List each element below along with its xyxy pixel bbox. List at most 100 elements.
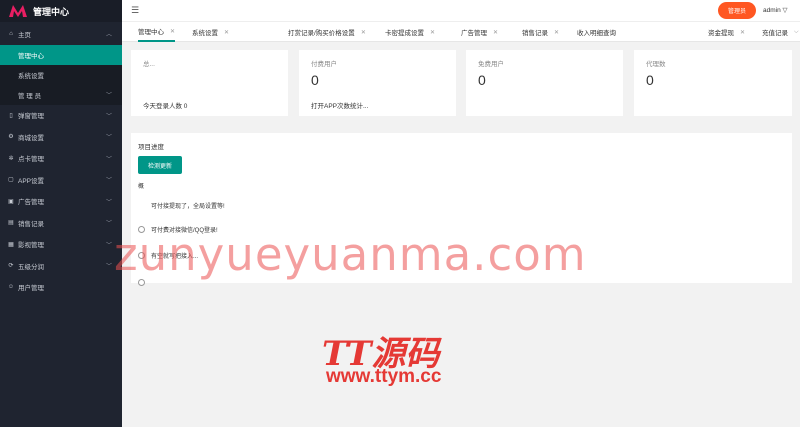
chevron-up-icon: ︿ (105, 32, 112, 39)
watermark-url: www.ttym.cc (326, 366, 442, 387)
tab-withdraw[interactable]: 资金提现 ✕ (708, 22, 745, 42)
chevron-down-icon: ﹀ (105, 242, 112, 249)
document-icon: ▤ (8, 220, 14, 227)
stat-card-agents: 代理数 0 (634, 50, 792, 116)
sidebar-item-label: 点卡管理 (18, 156, 44, 164)
sidebar: 管理中心 ⌂ 主页 ︿ 管理中心 系统设置 管 理 员 ﹀ ▯ 弹窗管理 ﹀ ⚙… (0, 0, 122, 427)
tab-bar: 管理中心 ✕ 系统设置 ✕ 打赏记录/购买价格设置 ✕ 卡密提成设置 ✕ 广告管… (122, 22, 800, 42)
film-icon: ▦ (8, 241, 14, 248)
chevron-down-icon[interactable]: ⌵ (794, 29, 799, 36)
close-icon[interactable]: ✕ (361, 29, 366, 36)
tab-label: 广告管理 (461, 30, 487, 37)
tab-reward-pricing[interactable]: 打赏记录/购买价格设置 ✕ (288, 22, 366, 42)
close-icon[interactable]: ✕ (224, 29, 229, 36)
chevron-down-icon: ﹀ (105, 199, 112, 206)
card-label: 代理数 (646, 61, 666, 68)
sidebar-item-video[interactable]: ▦ 影视管理 ﹀ (0, 234, 122, 256)
tab-label: 系统设置 (192, 30, 218, 37)
sidebar-subitem-admin-center[interactable]: 管理中心 (0, 44, 122, 65)
sidebar-item-label: 销售记录 (18, 220, 44, 228)
chevron-down-icon: ﹀ (105, 135, 112, 142)
tab-sales[interactable]: 销售记录 ✕ (522, 22, 559, 42)
close-icon[interactable]: ✕ (554, 29, 559, 36)
close-icon[interactable]: ✕ (430, 29, 435, 36)
chevron-down-icon: ﹀ (105, 221, 112, 228)
gear-icon: ⚙ (8, 134, 14, 141)
card-label: 总... (143, 61, 155, 68)
hamburger-icon[interactable]: ☰ (131, 5, 139, 16)
tab-admin-center[interactable]: 管理中心 ✕ (138, 22, 176, 42)
sidebar-item-shop[interactable]: ⚙ 商城设置 ﹀ (0, 126, 122, 148)
sidebar-item-label: 商城设置 (18, 134, 44, 142)
ad-icon: ▣ (8, 198, 14, 205)
sidebar-item-label: 用户管理 (18, 285, 44, 293)
card-value: 0 (311, 72, 319, 88)
card-label: 付费用户 (311, 61, 337, 68)
sidebar-item-label: 广告管理 (18, 199, 44, 207)
tab-label: 销售记录 (522, 30, 548, 37)
chevron-down-icon: ﹀ (105, 264, 112, 271)
app-icon: ▢ (8, 177, 14, 184)
tab-label: 充值记录 (762, 30, 788, 37)
card-value: 0 (478, 72, 486, 88)
phone-icon: ▯ (9, 112, 13, 119)
user-menu[interactable]: admin ▽ (763, 6, 788, 14)
sidebar-item-users[interactable]: ☺ 用户管理 (0, 277, 122, 299)
card-footer: 今天登录人数 0 (143, 103, 188, 110)
sidebar-subitem-admins[interactable]: 管 理 员 ﹀ (0, 84, 122, 105)
chevron-down-icon: ﹀ (105, 178, 112, 185)
sidebar-item-popup[interactable]: ▯ 弹窗管理 ﹀ (0, 105, 122, 127)
sidebar-item-label: 弹窗管理 (18, 113, 44, 121)
user-icon: ☺ (7, 284, 15, 291)
stat-card-total: 总... 今天登录人数 0 (131, 50, 288, 116)
tab-label: 收入明细查询 (577, 30, 616, 37)
chevron-down-icon: ﹀ (105, 93, 112, 99)
card-label: 免费用户 (478, 61, 504, 68)
tab-system-settings[interactable]: 系统设置 ✕ (192, 22, 229, 42)
sidebar-item-home[interactable]: ⌂ 主页 ︿ (0, 23, 122, 45)
sidebar-item-label: 主页 (18, 31, 31, 39)
panel-title: 项目进度 (138, 144, 164, 151)
sidebar-item-label: 管理中心 (18, 52, 44, 60)
tab-label: 卡密提成设置 (385, 30, 424, 37)
sidebar-item-cards[interactable]: ✲ 点卡管理 ﹀ (0, 148, 122, 170)
todo-item: 可付接提现了，全局设置等! (151, 201, 225, 210)
sidebar-item-label: APP设置 (18, 177, 45, 185)
tab-label: 管理中心 (138, 29, 164, 36)
tab-card-commission[interactable]: 卡密提成设置 ✕ (385, 22, 435, 42)
stat-card-free-users: 免费用户 0 (466, 50, 623, 116)
todo-text: 可付接提现了，全局设置等! (151, 204, 225, 210)
chevron-down-icon: ﹀ (105, 156, 112, 163)
check-update-button[interactable]: 检测更新 (138, 156, 182, 174)
card-value: 0 (646, 72, 654, 88)
sidebar-item-label: 系统设置 (18, 72, 44, 80)
brand-logo-icon (9, 5, 27, 17)
tab-ads[interactable]: 广告管理 ✕ (461, 22, 498, 42)
card-footer: 打开APP次数统计... (311, 103, 369, 110)
tab-income[interactable]: 收入明细查询 (577, 22, 622, 42)
tab-label: 打赏记录/购买价格设置 (288, 30, 355, 37)
brand-title: 管理中心 (33, 6, 70, 17)
close-icon[interactable]: ✕ (170, 28, 175, 35)
tab-recharge[interactable]: 充值记录 ⌵ (762, 22, 799, 42)
watermark-text: zunyueyuanma.com (114, 228, 587, 281)
sidebar-item-commission[interactable]: ⟳ 五级分润 ﹀ (0, 255, 122, 277)
top-header: ☰ 管理员 admin ▽ (122, 0, 800, 22)
sidebar-item-label: 五级分润 (18, 263, 44, 271)
share-icon: ⟳ (8, 263, 14, 270)
chevron-down-icon: ﹀ (105, 113, 112, 120)
sidebar-item-label: 管 理 员 (18, 92, 42, 100)
sidebar-item-sales[interactable]: ▤ 销售记录 ﹀ (0, 212, 122, 234)
sidebar-item-label: 影视管理 (18, 242, 44, 250)
sidebar-item-ads[interactable]: ▣ 广告管理 ﹀ (0, 191, 122, 213)
brand: 管理中心 (0, 0, 122, 22)
sidebar-item-app[interactable]: ▢ APP设置 ﹀ (0, 169, 122, 191)
sidebar-subitem-system-settings[interactable]: 系统设置 (0, 64, 122, 85)
stat-card-paid-users: 付费用户 0 打开APP次数统计... (299, 50, 456, 116)
tab-label: 资金提现 (708, 30, 734, 37)
close-icon[interactable]: ✕ (740, 29, 745, 36)
home-icon: ⌂ (9, 30, 13, 37)
panel-subtitle: 概 (138, 184, 145, 190)
close-icon[interactable]: ✕ (493, 29, 498, 36)
admin-button[interactable]: 管理员 (718, 2, 756, 19)
